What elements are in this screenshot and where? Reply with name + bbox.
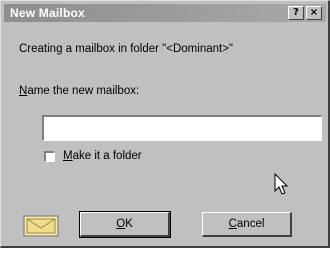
mouse-pointer-icon xyxy=(274,173,289,195)
make-folder-checkbox[interactable] xyxy=(44,151,55,162)
help-button[interactable]: ? xyxy=(288,6,304,20)
title-bar[interactable]: New Mailbox ? × xyxy=(4,4,326,22)
make-folder-text: ake it a folder xyxy=(72,150,142,162)
name-label-text: ame the new mailbox: xyxy=(27,85,140,97)
ok-button[interactable]: OK xyxy=(79,211,171,238)
name-label: Name the new mailbox: xyxy=(19,85,139,97)
mailbox-name-input[interactable] xyxy=(42,115,322,141)
cancel-mnemonic: C xyxy=(228,217,237,230)
cancel-button[interactable]: Cancel xyxy=(202,212,292,237)
cancel-label: ancel xyxy=(236,217,265,230)
dialog-title: New Mailbox xyxy=(10,6,85,20)
new-mailbox-dialog: New Mailbox ? × Creating a mailbox in fo… xyxy=(0,0,330,248)
close-icon: × xyxy=(309,7,319,18)
folder-message: Creating a mailbox in folder "<Dominant>… xyxy=(19,43,233,55)
close-button[interactable]: × xyxy=(306,6,322,20)
make-folder-label[interactable]: Make it a folder xyxy=(63,150,142,162)
ok-label: K xyxy=(125,217,133,230)
mailbox-icon xyxy=(23,215,59,237)
ok-mnemonic: O xyxy=(116,217,126,230)
make-folder-mnemonic: M xyxy=(63,150,73,162)
help-icon: ? xyxy=(293,7,299,18)
